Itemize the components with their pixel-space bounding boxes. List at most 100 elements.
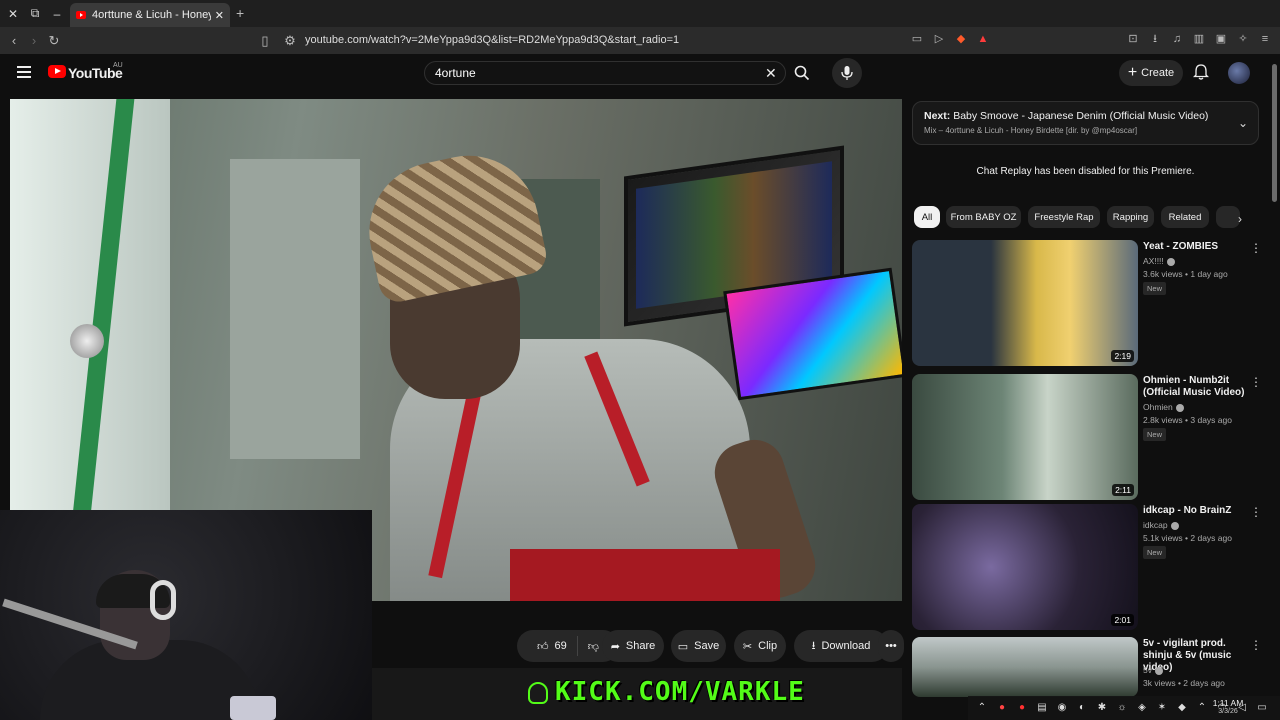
search-input[interactable] — [425, 62, 725, 84]
video-thumbnail[interactable]: 2:19 — [912, 240, 1138, 366]
chevron-down-icon[interactable]: ⌄ — [1238, 116, 1248, 130]
scrollbar-thumb[interactable] — [1272, 64, 1277, 202]
list-item[interactable]: 2:01 idkcap - No BrainZ idkcap 5.1k view… — [912, 504, 1272, 632]
channel-row[interactable]: Ohmien — [1143, 402, 1184, 412]
more-vertical-icon[interactable]: ⋮ — [1250, 241, 1262, 255]
tray-app-icon[interactable]: ◐ — [1076, 702, 1088, 714]
reload-icon[interactable]: ↻ — [44, 33, 64, 49]
list-item[interactable]: 5v - vigilant prod. shinju & 5v (music v… — [912, 637, 1272, 697]
scissors-icon: ✂ — [742, 640, 753, 653]
tray-chevron-up-icon[interactable]: ⌃ — [1196, 702, 1208, 714]
tab-group-icon[interactable]: ⧉ — [24, 3, 46, 25]
url-field[interactable]: youtube.com/watch?v=2MeYppa9d3Q&list=RD2… — [305, 34, 679, 46]
more-vertical-icon[interactable]: ⋮ — [1250, 638, 1262, 652]
channel-name[interactable]: 5v — [1143, 665, 1152, 675]
youtube-logo-icon[interactable] — [48, 65, 66, 78]
red-shorts — [510, 549, 780, 601]
close-window-icon[interactable]: ✕ — [2, 3, 24, 25]
screenshot-icon[interactable]: ⊡ — [1126, 32, 1140, 46]
tab-close-icon[interactable]: ✕ — [215, 9, 224, 22]
list-item[interactable]: 2:19 Yeat - ZOMBIES AX!!!! 3.6k views • … — [912, 240, 1272, 368]
back-icon[interactable]: ‹ — [4, 33, 24, 48]
forward-icon[interactable]: › — [24, 33, 44, 48]
more-actions-button[interactable]: ••• — [878, 630, 904, 662]
brightness-icon[interactable]: ☼ — [1116, 702, 1128, 714]
menu-icon[interactable]: ≡ — [1258, 32, 1272, 46]
music-icon[interactable]: ♫ — [1170, 32, 1184, 46]
tray-app-icon[interactable]: ● — [996, 702, 1008, 714]
list-item[interactable]: 2:11 Ohmien - Numb2it (Official Music Vi… — [912, 374, 1272, 502]
tray-app-icon[interactable]: ▤ — [1036, 702, 1048, 714]
next-up-card[interactable]: Next: Baby Smoove - Japanese Denim (Offi… — [912, 101, 1259, 145]
download-icon[interactable]: ⭳ — [1148, 32, 1162, 46]
video-title[interactable]: Ohmien - Numb2it (Official Music Video) — [1143, 375, 1248, 399]
save-button[interactable]: ▭ Save — [671, 630, 726, 662]
video-thumbnail[interactable]: 2:01 — [912, 504, 1138, 630]
clear-search-icon[interactable]: ✕ — [765, 65, 777, 82]
chip-related[interactable]: Related — [1161, 206, 1209, 228]
ai-icon[interactable]: ✧ — [1236, 32, 1250, 46]
browser-tab-bar: ✕ ⧉ – 4orttune & Licuh - Honey Bi ✕ + — [0, 0, 1280, 27]
battery-icon[interactable]: ▭ — [1256, 702, 1268, 714]
channel-row[interactable]: idkcap — [1143, 520, 1179, 530]
tray-chevron-icon[interactable]: ⌃ — [976, 702, 988, 714]
brave-shield-icon[interactable]: ◆ — [954, 32, 968, 46]
clock-time[interactable]: 1:11 AM — [1211, 698, 1245, 708]
tray-app-icon[interactable]: ✶ — [1156, 702, 1168, 714]
notifications-bell-icon[interactable] — [1193, 64, 1209, 80]
channel-row[interactable]: 5v — [1143, 665, 1163, 675]
new-badge: New — [1143, 282, 1167, 295]
new-badge: New — [1143, 546, 1167, 559]
clock-date[interactable]: 3/3/26 — [1211, 708, 1245, 715]
chip-all[interactable]: All — [914, 206, 940, 228]
video-title[interactable]: idkcap - No BrainZ — [1143, 505, 1248, 517]
chip-from-baby-oz[interactable]: From BABY OZ — [946, 206, 1021, 228]
channel-name[interactable]: AX!!!! — [1143, 256, 1164, 266]
verified-icon — [1175, 403, 1184, 412]
account-avatar[interactable] — [1228, 62, 1250, 84]
record-icon[interactable]: ● — [1016, 702, 1028, 714]
tray-app-icon[interactable]: ◉ — [1056, 702, 1068, 714]
share-label: Share — [625, 640, 656, 652]
minimize-icon[interactable]: – — [46, 3, 68, 25]
more-vertical-icon[interactable]: ⋮ — [1250, 375, 1262, 389]
chip-rapping[interactable]: Rapping — [1107, 206, 1154, 228]
sidebar-icon[interactable]: ▥ — [1192, 32, 1206, 46]
bluetooth-icon[interactable]: ✱ — [1096, 702, 1108, 714]
bookmark-icon[interactable]: ▯ — [255, 33, 275, 49]
like-button[interactable]: 👍︎ 69 — [537, 636, 578, 656]
tab-youtube[interactable]: 4orttune & Licuh - Honey Bi ✕ — [70, 3, 230, 27]
clip-button[interactable]: ✂ Clip — [734, 630, 786, 662]
new-tab-icon[interactable]: + — [236, 5, 244, 21]
video-meta: 3k views • 2 days ago — [1143, 678, 1225, 688]
chat-replay-note: Chat Replay has been disabled for this P… — [976, 166, 1195, 177]
search-button[interactable] — [788, 61, 816, 85]
rewards-icon[interactable]: ▲ — [976, 32, 990, 46]
voice-search-button[interactable] — [832, 58, 862, 88]
hamburger-menu-icon[interactable] — [17, 66, 31, 78]
channel-row[interactable]: AX!!!! — [1143, 256, 1175, 266]
video-thumbnail[interactable] — [912, 637, 1138, 697]
chip-freestyle-rap[interactable]: Freestyle Rap — [1028, 206, 1100, 228]
more-vertical-icon[interactable]: ⋮ — [1250, 505, 1262, 519]
video-title[interactable]: Yeat - ZOMBIES — [1143, 241, 1248, 253]
channel-name[interactable]: idkcap — [1143, 520, 1168, 530]
channel-name[interactable]: Ohmien — [1143, 402, 1173, 412]
search-box[interactable]: ✕ — [424, 61, 786, 85]
download-button[interactable]: ⭳ Download — [794, 630, 888, 662]
wallet-icon[interactable]: ▣ — [1214, 32, 1228, 46]
chevron-right-icon[interactable]: › — [1238, 212, 1242, 226]
thumbs-up-icon: 👍︎ — [537, 640, 549, 653]
play-icon[interactable]: ▷ — [932, 32, 946, 46]
tray-app-icon[interactable]: ◈ — [1136, 702, 1148, 714]
video-thumbnail[interactable]: 2:11 — [912, 374, 1138, 500]
dislike-button[interactable]: 👎︎ — [584, 640, 599, 653]
share-button[interactable]: ➦ Share — [602, 630, 664, 662]
youtube-header: YouTube AU ✕ + Create — [0, 54, 1280, 92]
create-button[interactable]: + Create — [1119, 60, 1183, 86]
chip-partial[interactable] — [1216, 206, 1240, 228]
site-settings-icon[interactable]: ⚙ — [280, 33, 300, 49]
screen-icon[interactable]: ▭ — [910, 32, 924, 46]
shield-icon[interactable]: ◆ — [1176, 702, 1188, 714]
plus-icon: + — [1127, 64, 1138, 81]
